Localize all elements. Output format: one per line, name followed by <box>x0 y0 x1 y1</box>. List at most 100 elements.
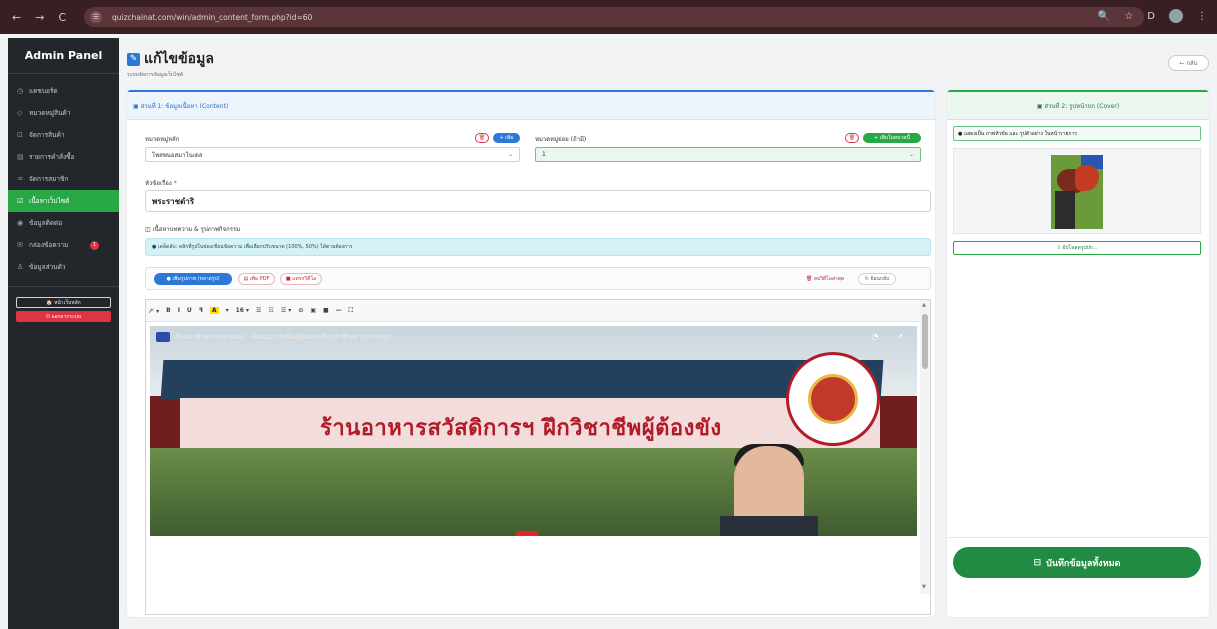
browser-menu-icon[interactable]: ⋮ <box>1197 11 1207 22</box>
rich-text-editor[interactable]: ⁄⸍ ▾ B I U ꟻ A ▾ 16 ▾ ☰ ☷ ☰ ▾ ⊘ ▣ ■ — ⛶ <box>145 299 931 615</box>
watch-later-icon[interactable]: ◔ <box>871 332 878 341</box>
highlight-color-button[interactable]: A <box>209 307 219 314</box>
edit-icon: ☑ <box>17 197 24 205</box>
add-pdf-button[interactable]: ▤ เพิ่ม PDF <box>238 273 275 285</box>
title-input[interactable]: พระราชดำริ <box>145 190 931 212</box>
page-title: ✎ แก้ไขข้อมูล <box>127 48 214 70</box>
cover-card-divider <box>947 537 1209 538</box>
unread-badge: 1 <box>90 240 99 250</box>
delete-latest-video-button[interactable]: 🗑 ลบวิดีโอล่าสุด <box>796 273 854 285</box>
sidebar: Admin Panel ◷ แดชบอร์ด ◇ หมวดหมู่สินค้า ⊡ จ… <box>8 38 119 629</box>
add-images-button[interactable]: ● เพิ่มรูปภาพ (หลายรูป) <box>154 273 232 285</box>
title-field-label: หัวข้อเรื่อง * <box>145 178 177 188</box>
horizontal-rule-button[interactable]: — <box>336 307 342 314</box>
tip-alert: ● เคล็ดลับ: คลิกที่รูปในช่องเขียนข้อความ… <box>145 238 931 256</box>
fullscreen-button[interactable]: ⛶ <box>349 307 353 315</box>
scroll-down-icon[interactable]: ▼ <box>922 584 926 590</box>
clear-format-button[interactable]: ꟻ <box>199 307 203 314</box>
cover-image <box>1051 155 1103 229</box>
main-content: ✎ แก้ไขข้อมูล ระบบจัดการข้อมูลเว็บไซต์ ←… <box>119 34 1217 629</box>
play-button-icon[interactable] <box>516 531 538 536</box>
logout-button[interactable]: ⏻ ออกจากระบบ <box>16 311 111 322</box>
save-all-label: บันทึกข้อมูลทั้งหมด <box>1046 558 1121 569</box>
sub-category-add-button[interactable]: + เพิ่มในหมวดนี้ <box>863 133 921 143</box>
italic-button[interactable]: I <box>178 307 180 314</box>
sidebar-item-profile[interactable]: ♙ ข้อมูลส่วนตัว <box>8 256 119 278</box>
upload-cover-button[interactable]: ⇧ อัปโหลดรูปปก... <box>953 241 1201 255</box>
editor-scrollbar[interactable]: ▲ ▼ <box>920 300 930 594</box>
cover-image-rooster <box>1075 165 1099 191</box>
address-bar[interactable]: ☰ quizchainat.com/win/admin_content_form… <box>84 7 1144 27</box>
embedded-video[interactable]: ร้านอาหารสวัสดิการฯ ฝึกวิชาชีพผู้ต้องขัง… <box>150 326 917 536</box>
video-person-shirt <box>720 516 818 536</box>
share-icon[interactable]: ↗ <box>896 332 903 341</box>
sidebar-menu: ◷ แดชบอร์ด ◇ หมวดหมู่สินค้า ⊡ จัดการสินค้า … <box>8 74 119 278</box>
sidebar-item-content[interactable]: ☑ เนื้อหาเว็บไซต์ <box>8 190 119 212</box>
magic-format-icon[interactable]: ⁄⸍ ▾ <box>150 307 159 315</box>
video-top-icons: ◔ ↗ <box>871 332 903 341</box>
sidebar-item-orders[interactable]: ▤ รายการคำสั่งซื้อ <box>8 146 119 168</box>
sidebar-item-label: แดชบอร์ด <box>29 87 58 95</box>
home-page-button[interactable]: 🏠 หน้าเว็บหลัก <box>16 297 111 308</box>
sidebar-item-inbox[interactable]: ✉ กล่องข้อความ 1 <box>8 234 119 256</box>
media-toolbar: ● เพิ่มรูปภาพ (หลายรูป) ▤ เพิ่ม PDF ■ แท… <box>145 267 931 290</box>
page-header: ✎ แก้ไขข้อมูล ระบบจัดการข้อมูลเว็บไซต์ <box>127 48 214 79</box>
main-category-select[interactable]: โพสพนอสมาโนเดล ⌄ <box>145 147 520 162</box>
sidebar-item-contact[interactable]: ◉ ข้อมูลติดต่อ <box>8 212 119 234</box>
sidebar-item-label: กล่องข้อความ <box>29 241 69 249</box>
box-icon: ⊡ <box>17 131 23 139</box>
profile-avatar[interactable] <box>1169 9 1183 23</box>
sidebar-item-dashboard[interactable]: ◷ แดชบอร์ด <box>8 80 119 102</box>
chevron-down-icon: ⌄ <box>507 151 513 158</box>
url-text[interactable]: quizchainat.com/win/admin_content_form.p… <box>112 13 312 22</box>
content-card-title: ▣ ส่วนที่ 1: ข้อมูลเนื้อหา (Content) <box>127 92 935 120</box>
sidebar-item-label: จัดการสมาชิก <box>29 175 69 183</box>
cover-card-title: ▣ ส่วนที่ 2: รูปหน้าปก (Cover) <box>947 92 1209 120</box>
main-category-delete-button[interactable]: 🗑 <box>475 133 489 143</box>
video-button[interactable]: ■ <box>323 307 329 314</box>
undo-button[interactable]: ↻ ย้อนกลับ <box>858 273 896 285</box>
scrollbar-thumb[interactable] <box>922 314 928 369</box>
extensions-icon[interactable]: D <box>1147 11 1155 22</box>
required-mark: * <box>173 180 177 187</box>
users-icon: ♒ <box>17 175 24 183</box>
sidebar-divider <box>8 286 119 287</box>
sub-category-select[interactable]: 1 ⌄ <box>535 147 921 162</box>
main-category-add-button[interactable]: + เพิ่ม <box>493 133 520 143</box>
ordered-list-button[interactable]: ☷ <box>268 307 273 314</box>
site-info-icon[interactable]: ☰ <box>90 11 102 23</box>
bold-button[interactable]: B <box>166 307 171 314</box>
bookmark-star-icon[interactable]: ☆ <box>1124 11 1133 22</box>
sidebar-item-members[interactable]: ♒ จัดการสมาชิก <box>8 168 119 190</box>
reload-icon[interactable]: C <box>58 11 66 24</box>
insert-video-button[interactable]: ■ แทรกวิดีโอ <box>280 273 322 285</box>
scroll-up-icon[interactable]: ▲ <box>922 302 926 308</box>
tag-icon: ◇ <box>17 109 23 117</box>
back-nav-icon[interactable]: ← <box>12 11 21 24</box>
paragraph-align-select[interactable]: ☰ ▾ <box>281 307 291 314</box>
video-roof <box>160 360 884 400</box>
sidebar-brand: Admin Panel <box>8 38 119 74</box>
underline-button[interactable]: U <box>187 307 192 314</box>
image-button[interactable]: ▣ <box>310 307 316 314</box>
font-size-select[interactable]: 16 ▾ <box>236 307 249 314</box>
page-title-text: แก้ไขข้อมูล <box>144 51 214 67</box>
video-seal-inner <box>808 374 858 424</box>
back-button[interactable]: ← กลับ <box>1168 55 1209 71</box>
sidebar-item-label: จัดการสินค้า <box>29 131 65 139</box>
forward-nav-icon[interactable]: → <box>35 11 44 24</box>
highlight-caret-icon[interactable]: ▾ <box>226 307 229 314</box>
video-title-bar: เรือนจำชั่วคราวเขาพลอง - ขั้นตอนการเยี่ย… <box>156 332 391 342</box>
zoom-icon[interactable]: 🔍 <box>1098 11 1110 22</box>
sub-category-delete-button[interactable]: 🗑 <box>845 133 859 143</box>
sub-category-value: 1 <box>542 151 546 158</box>
save-all-button[interactable]: ⊟ บันทึกข้อมูลทั้งหมด <box>953 547 1201 578</box>
video-title[interactable]: เรือนจำชั่วคราวเขาพลอง - ขั้นตอนการเยี่ย… <box>174 332 391 342</box>
unordered-list-button[interactable]: ☰ <box>256 307 261 314</box>
edit-icon: ✎ <box>127 52 140 66</box>
sidebar-item-categories[interactable]: ◇ หมวดหมู่สินค้า <box>8 102 119 124</box>
main-category-label: หมวดหมู่หลัก <box>145 136 180 143</box>
sidebar-item-products[interactable]: ⊡ จัดการสินค้า <box>8 124 119 146</box>
page-subtitle: ระบบจัดการข้อมูลเว็บไซต์ <box>127 72 184 78</box>
link-button[interactable]: ⊘ <box>298 307 303 314</box>
